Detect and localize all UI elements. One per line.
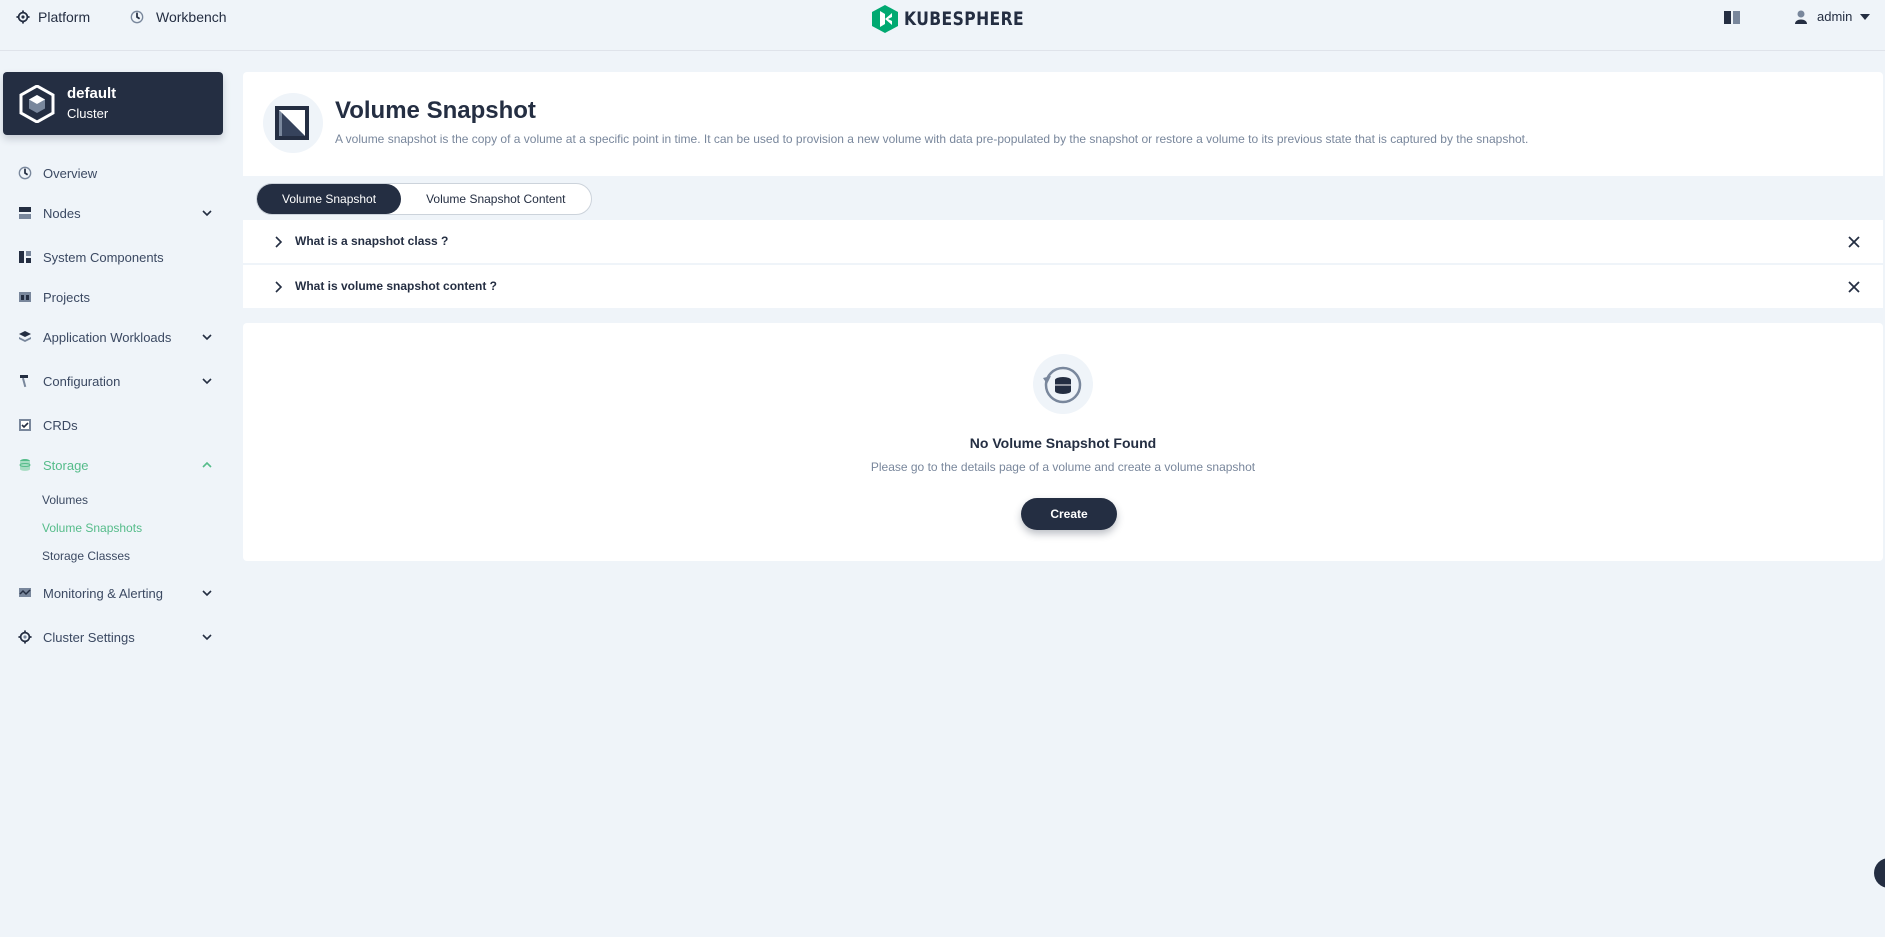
faq-row[interactable]: What is a snapshot class ? [243,220,1883,264]
kubesphere-logo[interactable]: KUBESPHERE [872,5,1050,33]
sidebar-item-label: Nodes [43,205,81,221]
tab-volume-snapshot-content[interactable]: Volume Snapshot Content [401,184,590,214]
platform-menu[interactable]: Platform [16,9,90,25]
monitor-icon [19,588,31,597]
page-header: Volume Snapshot A volume snapshot is the… [243,72,1883,176]
chevron-down-icon [202,634,212,641]
workloads-icon [19,331,31,342]
sidebar-item-label: Application Workloads [43,329,172,345]
user-menu[interactable]: admin [1795,9,1871,24]
workbench-label: Workbench [156,9,227,25]
sidebar-item-monitoring-alerting[interactable]: Monitoring & Alerting [18,582,213,604]
nodes-icon [19,207,31,219]
sidebar-item-label: Configuration [43,373,121,389]
page-title: Volume Snapshot [335,97,536,124]
user-icon [1795,10,1807,24]
components-icon [19,251,31,263]
faq-row[interactable]: What is volume snapshot content ? [243,265,1883,309]
dashboard-icon [130,10,144,24]
cluster-card[interactable]: default Cluster [3,72,223,135]
faq-question: What is a snapshot class ? [295,234,449,248]
projects-icon [19,292,31,302]
sidebar-item-storage[interactable]: Storage [18,454,213,476]
cluster-icon [19,85,55,123]
tab-group: Volume Snapshot Volume Snapshot Content [256,183,592,215]
chevron-right-icon [275,281,283,293]
faq-question: What is volume snapshot content ? [295,279,498,293]
sidebar-subitem-volume-snapshots[interactable]: Volume Snapshots [42,521,142,535]
sidebar-item-system-components[interactable]: System Components [18,246,213,268]
cluster-type: Cluster [67,106,109,121]
empty-description: Please go to the details page of a volum… [870,460,1256,474]
tab-bar: Volume Snapshot Volume Snapshot Content [243,176,1883,220]
chevron-down-icon [202,378,212,385]
logo-text: KUBESPHERE [904,8,1025,30]
chevron-up-icon [202,461,212,468]
platform-label: Platform [38,9,91,25]
sidebar-item-crds[interactable]: CRDs [18,414,213,436]
sidebar-subitem-volumes[interactable]: Volumes [42,493,88,507]
sidebar-item-label: Storage [43,457,89,473]
caret-down-icon [1860,13,1871,20]
sidebar-item-application-workloads[interactable]: Application Workloads [18,326,213,348]
top-bar: Platform Workbench KUBESPHERE admin [0,0,1885,51]
page-description: A volume snapshot is the copy of a volum… [335,132,1529,146]
sidebar-item-projects[interactable]: Projects [18,286,213,308]
sidebar-subitem-storage-classes[interactable]: Storage Classes [42,549,130,563]
gear-icon [16,10,30,24]
hammer-icon [20,375,28,388]
book-icon[interactable] [1724,11,1740,24]
snapshot-empty-icon [1033,354,1093,414]
user-name: admin [1817,9,1853,24]
close-icon[interactable] [1847,235,1861,249]
create-button[interactable]: Create [1021,498,1117,530]
crd-icon [19,419,31,431]
close-icon[interactable] [1847,280,1861,294]
sidebar-item-label: Cluster Settings [43,629,135,645]
sidebar-item-label: Projects [43,289,90,305]
storage-icon [19,459,31,471]
chevron-right-icon [275,236,283,248]
workbench-menu[interactable]: Workbench [130,9,227,25]
volume-snapshot-icon [263,93,323,153]
empty-title: No Volume Snapshot Found [969,435,1157,451]
chevron-down-icon [202,210,212,217]
kubesphere-logo-icon [872,5,898,33]
chevron-down-icon [202,590,212,597]
sidebar-item-nodes[interactable]: Nodes [18,202,213,224]
sidebar-item-overview[interactable]: Overview [18,162,213,184]
chevron-down-icon [202,334,212,341]
toolbox-button[interactable] [1874,858,1885,888]
tab-volume-snapshot[interactable]: Volume Snapshot [257,184,402,214]
sidebar-item-label: CRDs [43,417,78,433]
cluster-name: default [67,85,117,102]
sidebar-item-label: Monitoring & Alerting [43,585,163,601]
dashboard-icon [18,166,32,180]
empty-state: No Volume Snapshot Found Please go to th… [243,323,1883,561]
sidebar-item-label: Overview [43,165,98,181]
sidebar-item-configuration[interactable]: Configuration [18,370,213,392]
sidebar-item-cluster-settings[interactable]: Cluster Settings [18,626,213,648]
sidebar-item-label: System Components [43,249,164,265]
gear-icon [18,630,32,644]
